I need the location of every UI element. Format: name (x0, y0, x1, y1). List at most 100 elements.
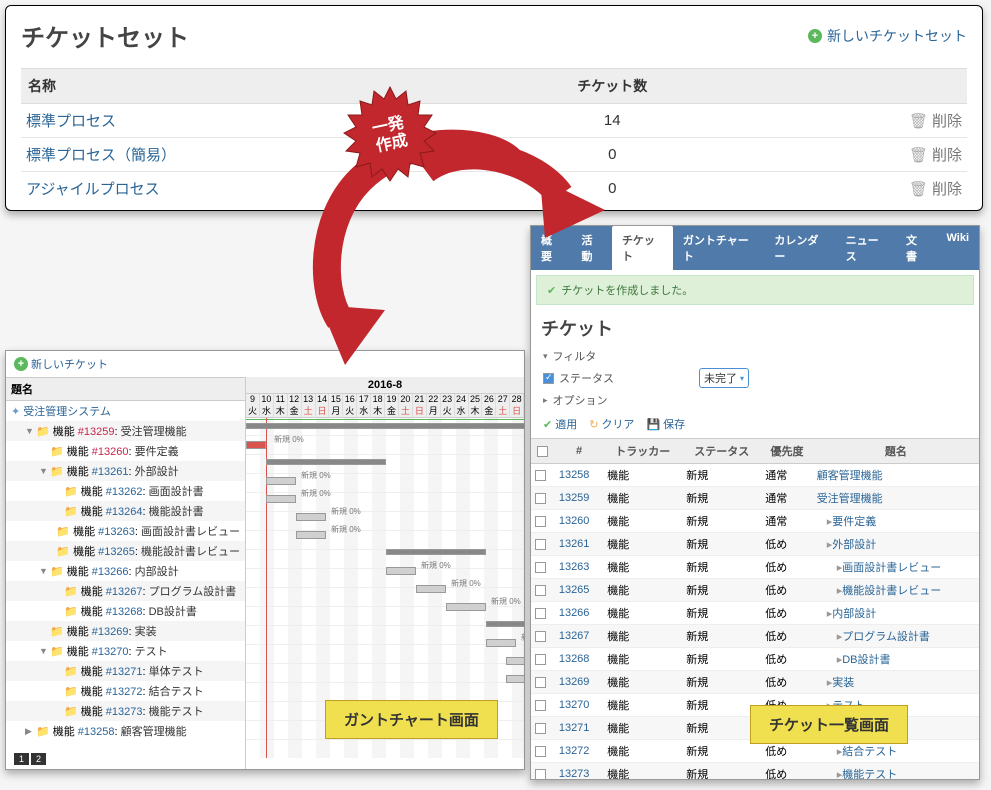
gantt-bar[interactable] (296, 513, 326, 521)
ticket-id-link[interactable]: #13273 (106, 706, 143, 718)
tree-item[interactable]: 📁 機能 #13262: 画面設計書 (6, 481, 245, 501)
table-row[interactable]: 13268 機能 新規 低め ▸ DB設計書 (531, 648, 979, 671)
table-row[interactable]: 13265 機能 新規 低め ▸ 機能設計書レビュー (531, 579, 979, 602)
row-checkbox[interactable] (535, 562, 546, 573)
ticket-id-link[interactable]: #13262 (106, 486, 143, 498)
gantt-bar[interactable] (446, 603, 486, 611)
ticket-id-link[interactable]: #13260 (92, 446, 129, 458)
ticket-id-link[interactable]: 13260 (559, 515, 590, 527)
new-ticket-set-link[interactable]: + 新しいチケットセット (808, 26, 967, 46)
table-row[interactable]: 13266 機能 新規 低め ▸ 内部設計 (531, 602, 979, 625)
col-check[interactable] (531, 439, 555, 464)
tree-item[interactable]: 📁 機能 #13271: 単体テスト (6, 661, 245, 681)
gantt-bar[interactable] (386, 549, 486, 555)
gantt-bar[interactable] (506, 675, 524, 683)
row-checkbox[interactable] (535, 608, 546, 619)
option-section[interactable]: ▸ オプション (543, 390, 967, 410)
clear-button[interactable]: ↻クリア (589, 416, 634, 432)
ticket-id-link[interactable]: #13264 (106, 506, 143, 518)
delete-button[interactable]: 🗑削除 (830, 178, 962, 199)
gantt-bar[interactable] (296, 531, 326, 539)
delete-button[interactable]: 🗑削除 (830, 144, 962, 165)
ticket-id-link[interactable]: 13270 (559, 699, 590, 711)
ticket-id-link[interactable]: #13263 (98, 526, 135, 538)
tree-item[interactable]: 📁 機能 #13260: 要件定義 (6, 441, 245, 461)
col-priority[interactable]: 優先度 (761, 439, 812, 464)
ticket-id-link[interactable]: #13271 (106, 666, 143, 678)
subject-link[interactable]: プログラム設計書 (842, 631, 930, 643)
status-select[interactable]: 未完了 ▾ (699, 368, 749, 388)
row-checkbox[interactable] (535, 677, 546, 688)
ticket-id-link[interactable]: #13258 (78, 726, 115, 738)
ticket-id-link[interactable]: #13267 (106, 586, 143, 598)
ticket-id-link[interactable]: 13259 (559, 492, 590, 504)
tree-item[interactable]: 📁 機能 #13263: 画面設計書レビュー (6, 521, 245, 541)
ticket-set-link[interactable]: 標準プロセス（簡易） (26, 147, 176, 164)
ticket-id-link[interactable]: 13261 (559, 538, 590, 550)
row-checkbox[interactable] (535, 585, 546, 596)
tab-文書[interactable]: 文書 (896, 226, 936, 270)
subject-link[interactable]: 内部設計 (832, 608, 876, 620)
gantt-bar[interactable] (486, 621, 524, 627)
tree-item[interactable]: 📁 機能 #13268: DB設計書 (6, 601, 245, 621)
tree-item[interactable]: ▼ 📁 機能 #13259: 受注管理機能 (6, 421, 245, 441)
ticket-id-link[interactable]: 13258 (559, 469, 590, 481)
table-row[interactable]: 13260 機能 新規 通常 ▸ 要件定義 (531, 510, 979, 533)
subject-link[interactable]: 受注管理機能 (817, 493, 883, 505)
apply-button[interactable]: ✔適用 (543, 416, 577, 432)
subject-link[interactable]: 実装 (832, 677, 854, 689)
row-checkbox[interactable] (535, 654, 546, 665)
col-status[interactable]: ステータス (682, 439, 761, 464)
subject-link[interactable]: 結合テスト (842, 746, 897, 758)
gantt-bar[interactable] (266, 495, 296, 503)
tree-item[interactable]: 📁 機能 #13272: 結合テスト (6, 681, 245, 701)
gantt-bar[interactable] (506, 657, 524, 665)
ticket-id-link[interactable]: #13270 (92, 646, 129, 658)
tree-item[interactable]: ▼ 📁 機能 #13261: 外部設計 (6, 461, 245, 481)
ticket-id-link[interactable]: #13265 (98, 546, 135, 558)
gantt-bar[interactable] (416, 585, 446, 593)
table-row[interactable]: 13258 機能 新規 通常 顧客管理機能 (531, 464, 979, 487)
ticket-id-link[interactable]: 13269 (559, 676, 590, 688)
ticket-id-link[interactable]: 13268 (559, 653, 590, 665)
ticket-set-link[interactable]: 標準プロセス (26, 113, 116, 130)
table-row[interactable]: 13267 機能 新規 低め ▸ プログラム設計書 (531, 625, 979, 648)
tree-item[interactable]: 📁 機能 #13269: 実装 (6, 621, 245, 641)
ticket-id-link[interactable]: 13266 (559, 607, 590, 619)
tree-item[interactable]: 📁 機能 #13265: 機能設計書レビュー (6, 541, 245, 561)
row-checkbox[interactable] (535, 516, 546, 527)
ticket-id-link[interactable]: #13272 (106, 686, 143, 698)
ticket-id-link[interactable]: 13273 (559, 768, 590, 780)
gantt-bar[interactable] (266, 477, 296, 485)
table-row[interactable]: 13259 機能 新規 通常 受注管理機能 (531, 487, 979, 510)
table-row[interactable]: 13261 機能 新規 低め ▸ 外部設計 (531, 533, 979, 556)
tree-item[interactable]: 📁 機能 #13273: 機能テスト (6, 701, 245, 721)
ticket-id-link[interactable]: #13259 (78, 426, 115, 438)
gantt-bar[interactable] (486, 639, 516, 647)
ticket-id-link[interactable]: #13266 (92, 566, 129, 578)
row-checkbox[interactable] (535, 470, 546, 481)
table-row[interactable]: 13269 機能 新規 低め ▸ 実装 (531, 671, 979, 694)
subject-link[interactable]: 外部設計 (832, 539, 876, 551)
gantt-bar[interactable] (386, 567, 416, 575)
row-checkbox[interactable] (535, 723, 546, 734)
gantt-bar[interactable] (246, 423, 524, 429)
row-checkbox[interactable] (535, 746, 546, 757)
tree-item[interactable]: 📁 機能 #13267: プログラム設計書 (6, 581, 245, 601)
row-checkbox[interactable] (535, 631, 546, 642)
new-ticket-link[interactable]: + 新しいチケット (14, 356, 108, 372)
ticket-id-link[interactable]: #13269 (92, 626, 129, 638)
ticket-id-link[interactable]: 13265 (559, 584, 590, 596)
row-checkbox[interactable] (535, 539, 546, 550)
tree-item[interactable]: ▼ 📁 機能 #13266: 内部設計 (6, 561, 245, 581)
table-row[interactable]: 13263 機能 新規 低め ▸ 画面設計書レビュー (531, 556, 979, 579)
ticket-id-link[interactable]: 13271 (559, 722, 590, 734)
gantt-bar[interactable] (266, 459, 386, 465)
col-tracker[interactable]: トラッカー (603, 439, 682, 464)
project-row[interactable]: ✦ 受注管理システム (6, 401, 245, 421)
tab-カレンダー[interactable]: カレンダー (764, 226, 835, 270)
tab-ガントチャート[interactable]: ガントチャート (673, 226, 765, 270)
subject-link[interactable]: 画面設計書レビュー (842, 562, 941, 574)
filter-section[interactable]: ▾ フィルタ (543, 346, 967, 366)
subject-link[interactable]: 要件定義 (832, 516, 876, 528)
